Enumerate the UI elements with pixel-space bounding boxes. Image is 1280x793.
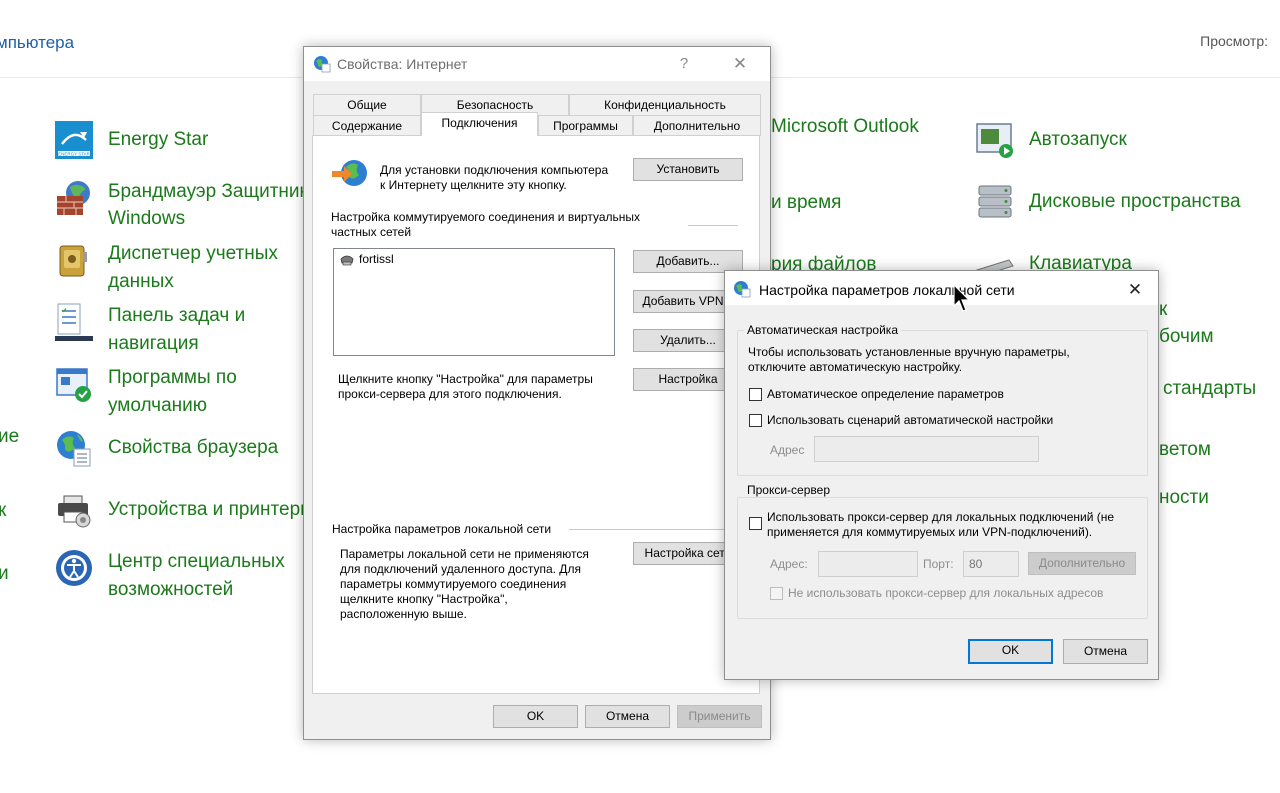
cp-fragment[interactable]: и [0,560,9,588]
tab-privacy[interactable]: Конфиденциальность [569,94,761,115]
script-address-label: Адрес [770,443,805,457]
cp-item-default-programs[interactable]: Программы по умолчанию [54,364,237,420]
taskbar-icon [55,303,93,341]
auto-detect-label[interactable]: Автоматическое определение параметров [767,387,1004,402]
storage-spaces-icon [978,185,1012,218]
cp-item-energy-star[interactable]: ENERGY STAR Energy Star [54,120,208,160]
cancel-button[interactable]: Отмена [585,705,670,728]
cp-fragment[interactable]: к [1159,296,1167,324]
cp-fragment[interactable]: ие [0,423,19,451]
lan-settings-dialog: Настройка параметров локальной сети ✕ Ав… [724,270,1159,680]
cp-fragment[interactable]: ветом [1159,436,1211,464]
cp-item-autoplay[interactable]: Автозапуск [975,120,1127,160]
cp-item-internet-options[interactable]: Свойства браузера [54,428,278,468]
port-input[interactable]: 80 [963,551,1019,577]
tab-programs[interactable]: Программы [538,115,633,136]
proxy-legend: Прокси-сервер [744,483,833,497]
energy-star-icon: ENERGY STAR [55,121,93,159]
proxy-hint: Щелкните кнопку "Настройка" для параметр… [338,372,593,401]
internet-properties-dialog: Свойства: Интернет ? ✕ Общие Безопасност… [303,46,771,740]
cp-item-label: Панель задач и навигация [108,305,246,354]
dialog-title: Настройка параметров локальной сети [759,282,1015,298]
cp-item-label: Свойства браузера [108,437,279,458]
cp-item-outlook[interactable]: Microsoft Outlook [771,113,919,141]
proxy-address-input[interactable] [818,551,918,577]
lan-description: Параметры локальной сети не применяются д… [340,547,589,621]
proxy-address-label: Адрес: [770,557,808,571]
use-proxy-checkbox[interactable] [749,517,762,530]
credential-manager-icon [59,245,87,277]
use-proxy-label[interactable]: Использовать прокси-сервер для локальных… [767,510,1114,540]
internet-options-icon [57,431,91,467]
ok-button[interactable]: OK [968,639,1053,664]
setup-button[interactable]: Установить [633,158,743,181]
use-script-label[interactable]: Использовать сценарий автоматической нас… [767,413,1053,428]
control-panel-window: мпьютера Просмотр: ие к и ENERGY STAR En… [0,0,1280,793]
close-button[interactable]: ✕ [717,47,763,81]
script-address-input[interactable] [814,436,1039,462]
cp-fragment[interactable]: бочим [1159,323,1214,351]
mouse-cursor-icon [953,284,971,312]
cp-item-date-time[interactable]: и время [771,189,841,217]
bypass-local-label[interactable]: Не использовать прокси-сервер для локаль… [788,586,1103,601]
auto-detect-checkbox[interactable] [749,388,762,401]
connections-list[interactable]: fortissl [333,248,615,356]
default-programs-icon [56,368,91,402]
dialup-connection-icon [340,255,354,265]
tab-advanced[interactable]: Дополнительно [633,115,761,136]
advanced-button[interactable]: Дополнительно [1028,552,1136,575]
view-by-label: Просмотр: [1200,33,1268,49]
tab-content[interactable]: Содержание [313,115,421,136]
dialog-title: Свойства: Интернет [337,56,468,72]
cp-item-devices-printers[interactable]: Устройства и принтеры [54,490,314,530]
connection-name: fortissl [359,252,394,266]
lan-heading: Настройка параметров локальной сети [332,522,552,536]
cp-item-storage-spaces[interactable]: Дисковые пространства [975,182,1241,222]
cp-item-label: Устройства и принтеры [108,499,314,520]
svg-text:ENERGY STAR: ENERGY STAR [58,152,91,157]
cancel-button[interactable]: Отмена [1063,639,1148,664]
cp-item-label: Центр специальных возможностей [108,551,285,600]
autoplay-icon [976,123,1013,158]
bypass-local-checkbox[interactable] [770,587,783,600]
cp-item-credential-manager[interactable]: Диспетчер учетных данных [54,240,278,296]
internet-globe-icon [314,56,331,73]
cp-fragment[interactable]: к [0,497,6,525]
apply-button[interactable]: Применить [677,705,762,728]
port-label: Порт: [923,557,954,571]
auto-config-legend: Автоматическая настройка [744,323,901,337]
cp-item-label: Диспетчер учетных данных [108,243,278,292]
devices-printers-icon [58,495,91,528]
setup-description: Для установки подключения компьютера к Ин… [380,163,609,192]
use-script-checkbox[interactable] [749,414,762,427]
cp-item-ease-of-access[interactable]: Центр специальных возможностей [54,548,285,604]
close-button[interactable]: ✕ [1112,273,1158,307]
tab-connections[interactable]: Подключения [421,112,538,136]
cp-fragment[interactable]: ности [1159,484,1209,512]
cp-item-label: Программы по умолчанию [108,367,237,416]
title-bar[interactable]: Настройка параметров локальной сети ✕ [725,271,1158,305]
cp-item-firewall[interactable]: Брандмауэр Защитника Windows [54,178,319,232]
help-button[interactable]: ? [661,47,707,81]
tab-general[interactable]: Общие [313,94,421,115]
ok-button[interactable]: OK [493,705,578,728]
auto-config-description: Чтобы использовать установленные вручную… [748,345,1070,374]
cp-item-taskbar[interactable]: Панель задач и навигация [54,302,245,358]
section-divider [688,225,738,226]
cp-item-label: Автозапуск [1029,129,1127,150]
connection-wizard-icon [332,160,367,186]
title-bar[interactable]: Свойства: Интернет ? ✕ [304,47,770,81]
internet-globe-icon [734,281,751,298]
dialup-heading: Настройка коммутируемого соединения и ви… [331,210,641,239]
cp-fragment[interactable]: стандарты [1163,375,1256,403]
ease-of-access-icon [56,550,92,586]
cp-item-label: Дисковые пространства [1029,191,1241,212]
section-divider [569,529,741,530]
list-item[interactable]: fortissl [339,252,394,266]
breadcrumb[interactable]: мпьютера [0,33,74,53]
cp-item-label: Energy Star [108,129,209,150]
firewall-icon [57,181,90,215]
cp-item-label: Брандмауэр Защитника Windows [108,181,319,229]
